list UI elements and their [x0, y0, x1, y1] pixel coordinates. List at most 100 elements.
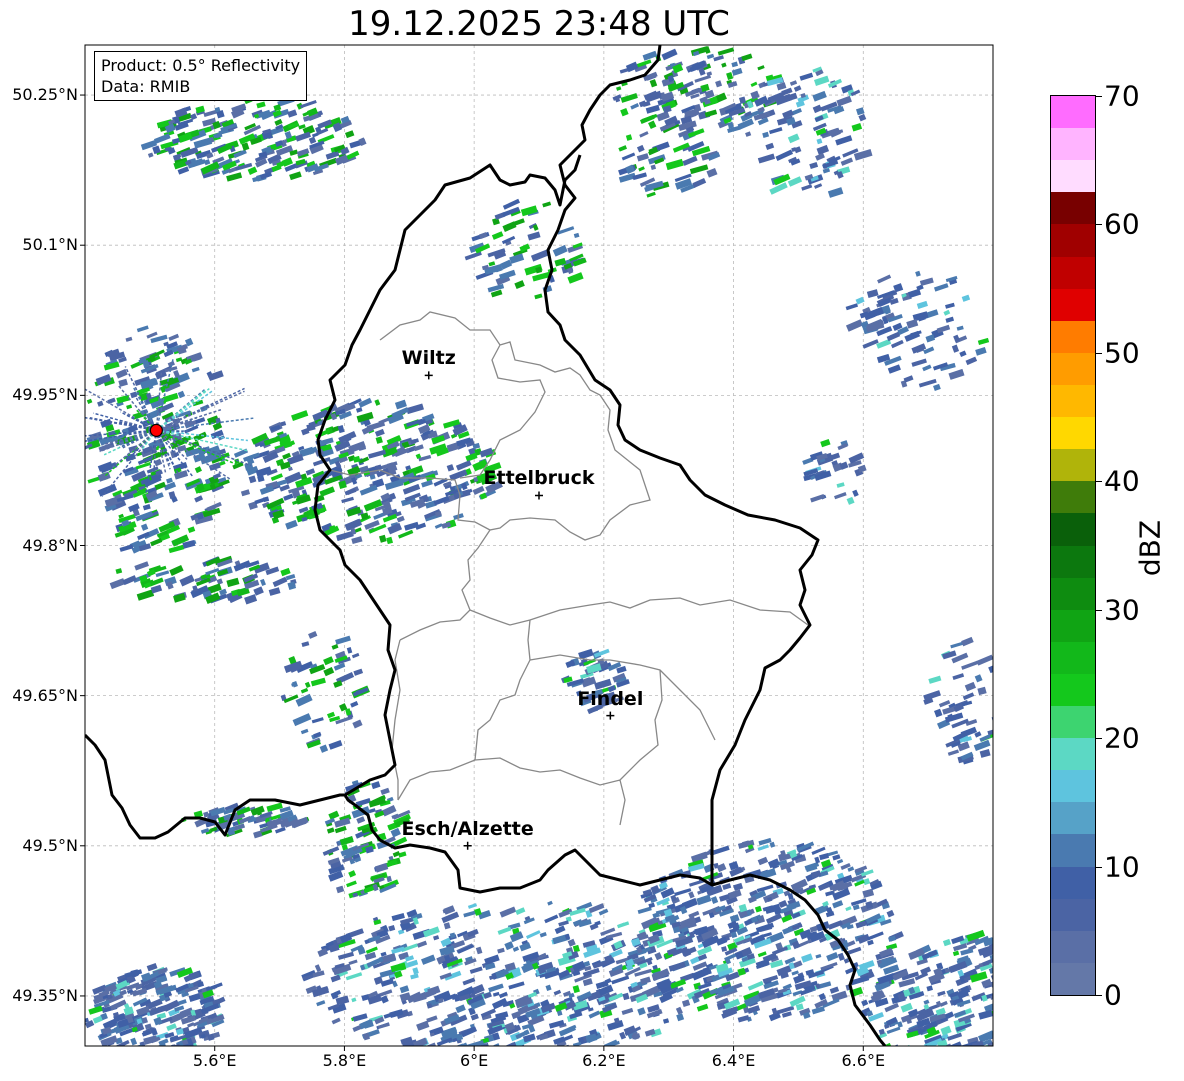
echo-cell [1133, 987, 1144, 997]
echo-cell [1010, 926, 1028, 937]
canton-borders [329, 311, 809, 826]
echo-cell [769, 841, 776, 848]
echo-cell [1064, 996, 1077, 1005]
echo-cell [203, 109, 218, 117]
colorbar-segment [1051, 898, 1095, 931]
echo-cell [1087, 1011, 1096, 1019]
echo-cell [1144, 1002, 1160, 1010]
colorbar-segment [1051, 96, 1095, 129]
echo-cell [515, 907, 526, 915]
echo-cell [977, 686, 987, 696]
lat-tick-label: 49.8°N [22, 535, 78, 555]
echo-cell [758, 837, 772, 846]
echo-cell [582, 978, 593, 987]
echo-cell [136, 589, 155, 601]
echo-cell [837, 952, 845, 961]
echo-cell [154, 481, 167, 491]
echo-cell [895, 1051, 903, 1056]
echo-cell [134, 561, 149, 571]
echo-cell [168, 544, 185, 554]
echo-cell [769, 182, 788, 195]
echo-cell [974, 674, 983, 683]
echo-cell [978, 1009, 993, 1020]
echo-cell [1094, 1041, 1104, 1049]
echo-cell [1130, 1018, 1146, 1029]
echo-cell [618, 145, 628, 152]
echo-cell [1024, 961, 1040, 972]
echo-cell [927, 1069, 937, 1077]
echo-cell [639, 131, 649, 138]
echo-cell [1151, 1027, 1158, 1032]
echo-cell [811, 846, 826, 855]
echo-cell [350, 701, 359, 708]
echo-cell [1154, 989, 1167, 997]
echo-cell [216, 996, 226, 1005]
echo-cell [330, 974, 341, 983]
echo-cell [270, 473, 283, 482]
echo-cell [918, 1070, 926, 1076]
echo-cell [696, 1003, 709, 1012]
echo-cell [1026, 992, 1033, 1000]
echo-cell [115, 568, 123, 575]
echo-cell [756, 884, 774, 893]
echo-cell [646, 191, 656, 198]
echo-cell [1109, 965, 1116, 973]
echo-cell [1137, 988, 1155, 999]
echo-cell [1064, 1052, 1078, 1062]
echo-cell [410, 973, 419, 980]
echo-cell [1105, 952, 1112, 960]
echo-cell [648, 120, 657, 130]
echo-cell [488, 261, 496, 267]
echo-cell [533, 1052, 550, 1064]
echo-cell [992, 726, 993, 734]
echo-cell [341, 496, 354, 504]
echo-cell [630, 103, 640, 110]
echo-cell [346, 880, 357, 888]
echo-cell [956, 1047, 969, 1055]
echo-cell [962, 1049, 969, 1056]
echo-cell [247, 166, 258, 175]
echo-cell [669, 978, 687, 989]
echo-cell [1094, 1059, 1107, 1067]
echo-cell [326, 711, 336, 719]
echo-cell [446, 1047, 458, 1055]
echo-cell [945, 302, 955, 309]
echo-cell [836, 858, 844, 864]
echo-cell [836, 95, 852, 107]
echo-cell [260, 578, 266, 586]
echo-cell [394, 399, 407, 410]
echo-cell [745, 131, 752, 137]
echo-cell [694, 74, 712, 83]
echo-cell [276, 479, 288, 487]
echo-cell [1067, 1032, 1080, 1039]
echo-cell [928, 675, 942, 684]
echo-cell [1151, 1027, 1163, 1035]
echo-cell [974, 1072, 984, 1080]
echo-cell [352, 719, 363, 729]
echo-cell [1147, 1029, 1154, 1036]
colorbar-label: dBZ [1133, 519, 1167, 577]
echo-cell [1079, 1044, 1090, 1053]
echo-cell [287, 109, 298, 118]
echo-cell [998, 1045, 1015, 1056]
echo-cell [115, 368, 128, 379]
echo-cell [1148, 987, 1156, 994]
echo-cell [1105, 955, 1115, 963]
echo-cell [941, 1075, 955, 1081]
echo-cell [1021, 925, 1037, 936]
lat-tick-label: 50.1°N [22, 235, 78, 255]
echo-cell [801, 953, 813, 963]
echo-cell [648, 902, 656, 909]
echo-cell [416, 1020, 430, 1031]
echo-cell [1029, 990, 1046, 1002]
colorbar-segment [1051, 673, 1095, 707]
lon-tick-label: 5.6°E [192, 1051, 237, 1070]
echo-cell [622, 992, 630, 1001]
echo-cell [187, 526, 196, 534]
echo-cell [1086, 1074, 1098, 1081]
echo-cell [1067, 1065, 1081, 1075]
colorbar-segment [1051, 545, 1095, 578]
echo-cell [755, 922, 775, 933]
echo-cell [136, 325, 149, 333]
colorbar-tick-mark [1096, 738, 1102, 740]
